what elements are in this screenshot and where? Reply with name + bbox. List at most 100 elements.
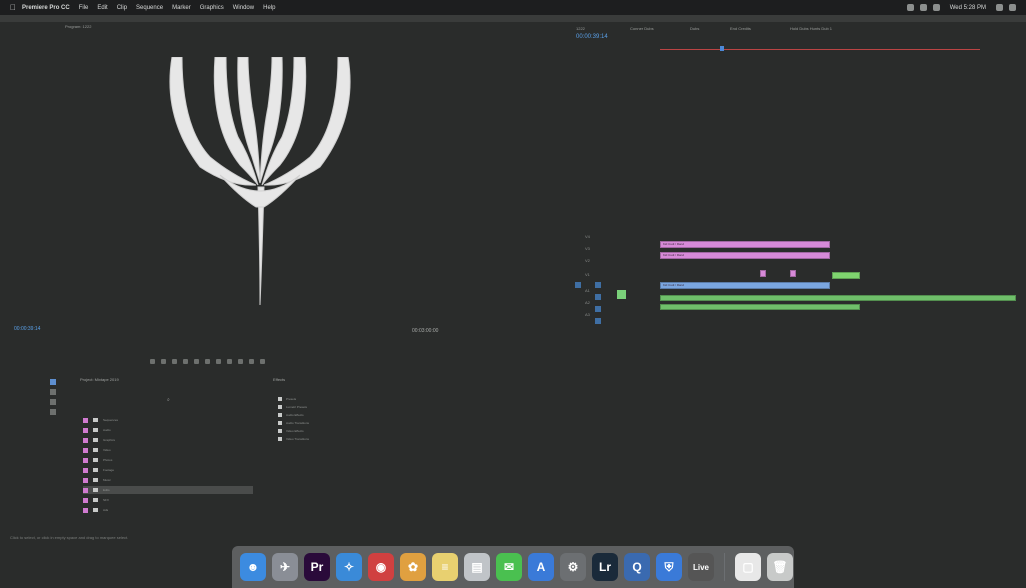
project-item[interactable]: Sequences [83,416,118,424]
program-monitor-tab[interactable]: Program: 1222 [65,24,91,29]
quicktime-icon[interactable]: Q [624,553,650,581]
label-color-icon [83,487,88,493]
chrome-icon[interactable]: ◉ [368,553,394,581]
project-item[interactable]: Music [83,476,111,484]
folder-icon [278,413,282,417]
label-color-icon [83,437,88,443]
volume-icon[interactable] [932,4,940,11]
app-store-icon[interactable]: A [528,553,554,581]
tab-sequence-4[interactable]: End Credits [730,26,751,31]
notification-center-icon[interactable] [1009,4,1016,11]
menu-graphics[interactable]: Graphics [200,5,224,11]
effects-folder[interactable]: Audio Transitions [278,421,309,425]
tab-sequence-5[interactable]: Hold Dubs Hunts Dub 1 [790,26,832,31]
go-to-in-icon[interactable] [183,358,188,364]
go-to-out-icon[interactable] [227,358,232,364]
step-forward-icon[interactable] [216,358,221,364]
label-color-icon [83,427,88,433]
apple-icon[interactable]:  [10,3,16,12]
lift-icon[interactable] [238,358,243,364]
menu-sequence[interactable]: Sequence [136,5,163,11]
project-item[interactable]: Graphics [83,436,115,444]
effects-folder[interactable]: Video Effects [278,429,304,433]
track-target-a2[interactable] [595,306,601,312]
project-search-icon[interactable]: ⌕ [167,397,170,403]
clip-v2-adjustment[interactable] [832,272,860,279]
clip-v1[interactable]: Kid Cudi / Rand [660,282,830,289]
effects-folder[interactable]: Audio Effects [278,413,304,417]
effects-tab[interactable]: Effects [273,377,285,382]
track-target-a1[interactable] [595,294,601,300]
clip-v3[interactable]: Kid Cudi / Rand [660,252,830,259]
wifi-icon[interactable] [906,4,914,11]
clip-v2-a[interactable] [760,270,766,277]
clip-label: Kid Cudi / Rand [663,283,685,287]
finder-icon[interactable]: ☻ [240,553,266,581]
menu-marker[interactable]: Marker [172,5,191,11]
menu-edit[interactable]: Edit [97,5,107,11]
documents-icon[interactable]: ▢ [735,553,761,581]
launchpad-icon[interactable]: ✈ [272,553,298,581]
playhead[interactable] [720,46,724,51]
project-item[interactable]: Video [83,446,111,454]
preview-icon[interactable]: ▤ [464,553,490,581]
track-sync-lock[interactable] [617,290,626,299]
menubar-clock[interactable]: Wed 5:28 PM [950,5,986,11]
track-label-a3: A3 [585,312,590,317]
clip-v4[interactable]: Kid Cudi / Rand [660,241,830,248]
notes-icon[interactable]: ≡ [432,553,458,581]
tab-sequence-1[interactable]: 1222 [576,26,585,31]
program-duration: 00:03:00:00 [412,328,439,334]
work-area-bar[interactable] [660,49,980,50]
defender-icon[interactable]: ⛨ [656,553,682,581]
project-item-selected[interactable]: Edits [83,486,253,494]
project-item[interactable]: Audio [83,426,111,434]
lightroom-icon[interactable]: Lr [592,553,618,581]
mark-in-icon[interactable] [161,358,166,364]
trash-icon[interactable]: 🗑 [767,553,793,581]
project-item[interactable]: Footage [83,466,114,474]
effects-folder[interactable]: Video Transitions [278,437,309,441]
step-back-icon[interactable] [194,358,199,364]
project-title[interactable]: Project: Mixtape 2019 [80,377,119,382]
track-target-v1[interactable] [595,282,601,288]
messages-icon[interactable]: ✉ [496,553,522,581]
clip-v2-b[interactable] [790,270,796,277]
system-preferences-icon[interactable]: ⚙ [560,553,586,581]
spotlight-icon[interactable] [996,4,1003,11]
label-color-icon [83,477,88,483]
bin-icon [93,488,98,492]
effects-folder[interactable]: Lumetri Presets [278,405,307,409]
safari-icon[interactable]: ✧ [336,553,362,581]
timeline-timecode[interactable]: 00:00:39:14 [576,34,608,40]
battery-icon[interactable] [919,4,927,11]
menu-file[interactable]: File [79,5,89,11]
label-color-icon [83,457,88,463]
project-item-name: Video [103,448,111,452]
live-icon[interactable]: Live [688,553,714,581]
project-item[interactable]: Photos [83,456,112,464]
photos-icon[interactable]: ✿ [400,553,426,581]
effects-folder[interactable]: Presets [278,397,296,401]
extract-icon[interactable] [249,358,254,364]
project-item[interactable]: SFX [83,496,109,504]
project-item-name: Sequences [103,418,119,422]
menu-clip[interactable]: Clip [117,5,127,11]
clip-a2[interactable] [660,304,860,310]
tab-sequence-3[interactable]: Dubs [690,26,699,31]
export-frame-icon[interactable] [260,358,265,364]
menu-app-name[interactable]: Premiere Pro CC [22,5,70,11]
premiere-pro-icon[interactable]: Pr [304,553,330,581]
menu-help[interactable]: Help [263,5,275,11]
label-color-icon [83,417,88,423]
add-marker-icon[interactable] [150,358,155,364]
source-patch-v1[interactable] [575,282,581,288]
project-item[interactable]: Ads [83,506,108,514]
play-icon[interactable] [205,358,210,364]
track-target-a3[interactable] [595,318,601,324]
clip-a1[interactable] [660,295,1016,301]
program-timecode[interactable]: 00:00:39:14 [14,326,40,332]
menu-window[interactable]: Window [233,5,254,11]
tab-sequence-2[interactable]: Conner Dubs [630,26,654,31]
mark-out-icon[interactable] [172,358,177,364]
